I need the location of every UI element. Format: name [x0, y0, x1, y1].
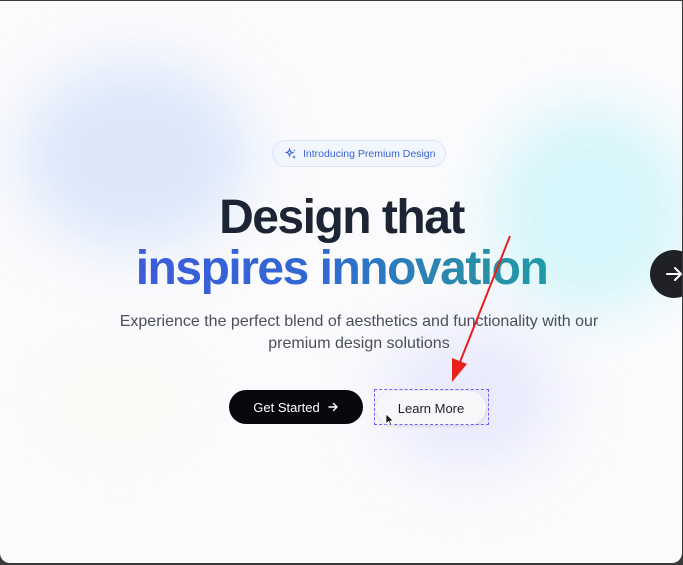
sparkle-icon	[285, 147, 296, 159]
intro-badge: Introducing Premium Design	[272, 140, 446, 167]
arrow-right-icon	[328, 402, 338, 412]
headline-gradient-text: inspires innovation	[135, 242, 549, 295]
headline-line-1: Design that	[219, 191, 465, 244]
hero-subtitle: Experience the perfect blend of aestheti…	[119, 313, 599, 352]
background-blob-warm	[40, 351, 200, 451]
headline-line-2: inspires innovation	[0, 245, 682, 293]
mouse-cursor-icon	[385, 413, 395, 427]
get-started-label: Get Started	[253, 399, 320, 415]
arrow-right-icon	[666, 267, 682, 281]
learn-more-label: Learn More	[397, 400, 465, 416]
browser-viewport: Introducing Premium Design Design that i…	[0, 1, 682, 563]
intro-badge-label: Introducing Premium Design	[303, 147, 436, 160]
get-started-button[interactable]: Get Started	[229, 390, 363, 424]
